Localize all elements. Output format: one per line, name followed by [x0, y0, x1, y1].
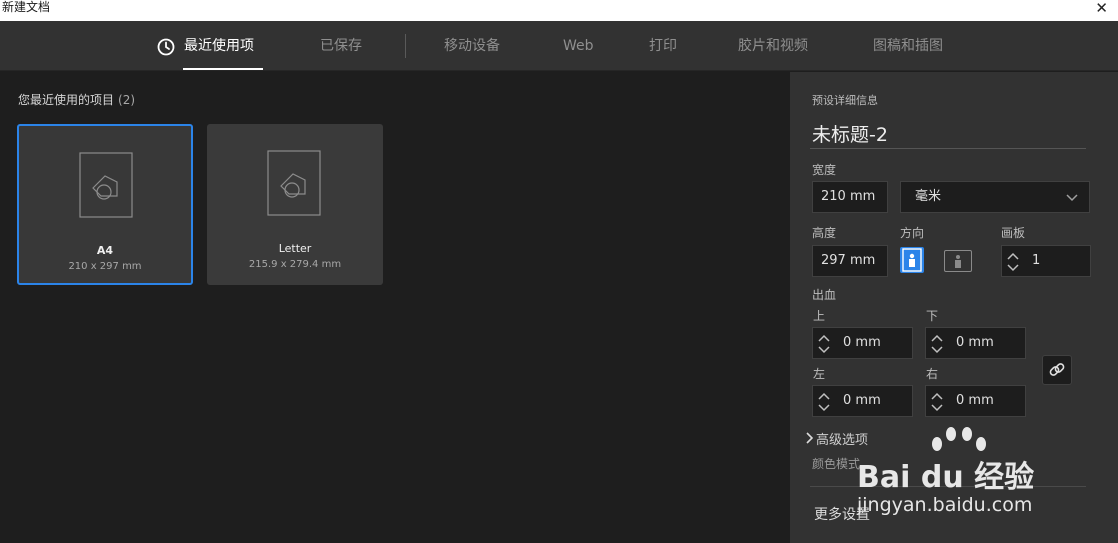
bleed-bottom-value: 0 mm: [956, 335, 994, 350]
tab-divider: [405, 34, 406, 58]
chevron-right-icon: [806, 432, 814, 444]
bleed-left-value: 0 mm: [843, 393, 881, 408]
tab-film-video[interactable]: 胶片和视频: [738, 37, 808, 55]
preset-name: Letter: [278, 242, 312, 255]
stepper-icon[interactable]: [928, 388, 946, 416]
recent-items-title: 您最近使用的项目: [18, 93, 115, 107]
stepper-icon[interactable]: [928, 330, 946, 358]
height-label: 高度: [812, 226, 837, 240]
landscape-orientation-button[interactable]: [944, 250, 972, 272]
artboards-value: 1: [1032, 253, 1041, 268]
stepper-icon[interactable]: [1004, 248, 1022, 276]
chevron-down-icon: [1066, 194, 1078, 202]
window-titlebar: 新建文档 ✕: [0, 0, 1118, 21]
bleed-right-value: 0 mm: [956, 393, 994, 408]
advanced-options-label: 高级选项: [816, 433, 869, 448]
tab-saved[interactable]: 已保存: [320, 37, 362, 55]
stepper-icon[interactable]: [815, 388, 833, 416]
portrait-orientation-button[interactable]: [900, 247, 924, 273]
recent-items-area: 您最近使用的项目 (2) A4 210 x 297 mm Letter 215.9…: [0, 72, 790, 543]
width-input[interactable]: 210 mm: [812, 181, 888, 213]
more-settings-divider: [810, 486, 1086, 487]
height-input[interactable]: 297 mm: [812, 245, 888, 277]
bleed-top-input[interactable]: 0 mm: [812, 327, 913, 359]
clock-icon: [157, 38, 175, 56]
stepper-icon[interactable]: [815, 330, 833, 358]
window-title: 新建文档: [2, 0, 51, 14]
preset-card-a4[interactable]: A4 210 x 297 mm: [17, 124, 193, 285]
preset-size: 215.9 x 279.4 mm: [248, 259, 342, 270]
artboards-label: 画板: [1001, 226, 1026, 240]
bleed-bottom-input[interactable]: 0 mm: [925, 327, 1026, 359]
bleed-top-label: 上: [813, 309, 826, 323]
landscape-icon: [955, 255, 961, 268]
tab-mobile[interactable]: 移动设备: [444, 37, 500, 55]
document-preset-icon: [79, 152, 133, 218]
more-settings-button[interactable]: 更多设置: [814, 504, 870, 524]
artboards-input[interactable]: 1: [1001, 245, 1091, 277]
width-value: 210 mm: [821, 189, 876, 204]
tab-recent[interactable]: 最近使用项: [184, 37, 254, 55]
unit-value: 毫米: [915, 189, 942, 204]
width-label: 宽度: [812, 163, 837, 177]
preset-details-panel: 预设详细信息 未标题-2 宽度 210 mm 毫米 高度 方向 画板 297 m…: [790, 72, 1118, 543]
tab-print[interactable]: 打印: [649, 37, 677, 55]
bleed-label: 出血: [812, 288, 837, 302]
recent-items-heading: 您最近使用的项目 (2): [18, 91, 135, 108]
bleed-left-label: 左: [813, 367, 826, 381]
preset-card-letter[interactable]: Letter 215.9 x 279.4 mm: [207, 124, 383, 285]
preset-details-label: 预设详细信息: [812, 94, 878, 107]
orientation-label: 方向: [900, 226, 925, 240]
recent-items-count: (2): [118, 93, 136, 107]
link-bleed-button[interactable]: [1042, 355, 1072, 385]
bleed-right-label: 右: [926, 367, 939, 381]
bleed-top-value: 0 mm: [843, 335, 881, 350]
title-underline: [810, 148, 1086, 149]
height-value: 297 mm: [821, 253, 876, 268]
category-tabbar: 最近使用项 已保存 移动设备 Web 打印 胶片和视频 图稿和插图: [0, 21, 1118, 71]
close-icon[interactable]: ✕: [1095, 0, 1108, 16]
preset-name: A4: [96, 244, 114, 257]
preset-size: 210 x 297 mm: [68, 261, 142, 272]
tab-web[interactable]: Web: [563, 37, 594, 55]
unit-select[interactable]: 毫米: [900, 181, 1090, 213]
bleed-left-input[interactable]: 0 mm: [812, 385, 913, 417]
bleed-right-input[interactable]: 0 mm: [925, 385, 1026, 417]
document-preset-icon: [267, 150, 321, 216]
link-icon: [1049, 363, 1065, 376]
bleed-bottom-label: 下: [926, 309, 939, 323]
active-tab-indicator: [183, 68, 263, 70]
portrait-icon: [902, 248, 922, 272]
color-mode-label: 颜色模式: [812, 457, 861, 471]
document-title-input[interactable]: 未标题-2: [812, 120, 888, 147]
advanced-options-toggle[interactable]: 高级选项: [806, 429, 869, 448]
tab-art-illustration[interactable]: 图稿和插图: [873, 37, 943, 55]
